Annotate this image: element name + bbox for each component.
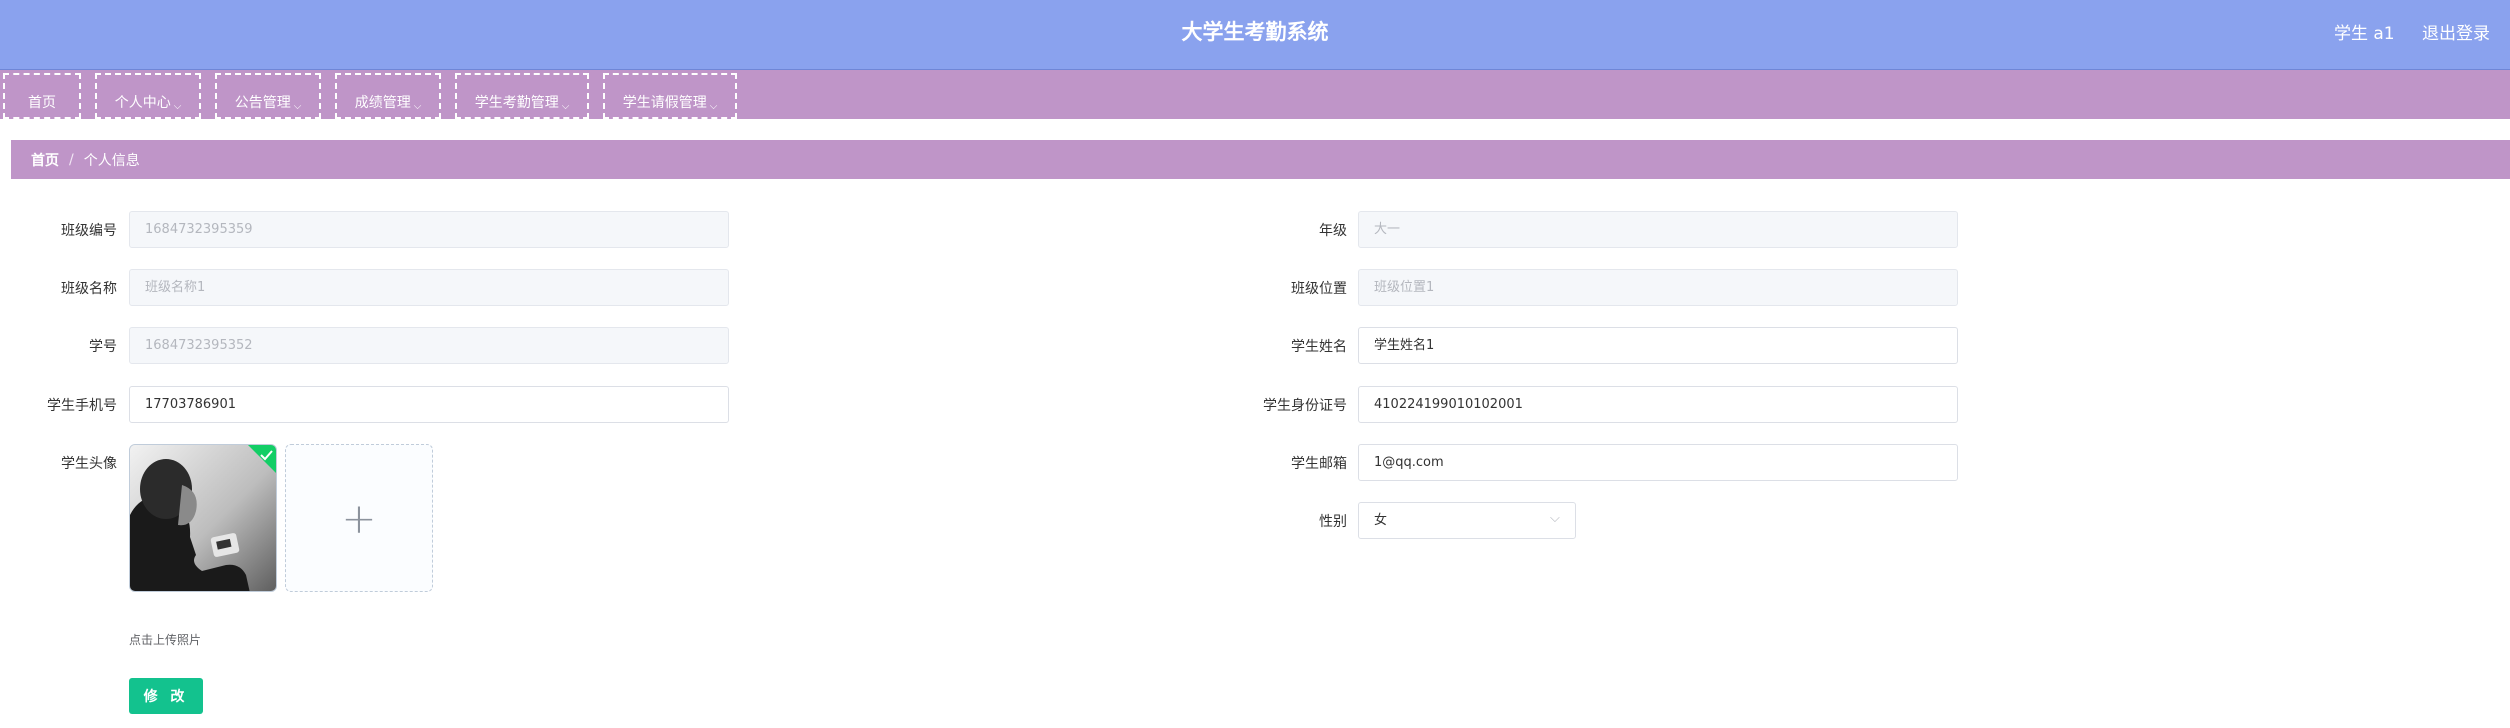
avatar-label: 学生头像 — [61, 456, 117, 472]
nav-item-leave-management[interactable]: 学生请假管理 ⌵ — [603, 73, 737, 119]
nav-item-notice-management[interactable]: 公告管理 ⌵ — [215, 73, 321, 119]
class-no-field: 1684732395359 — [129, 211, 729, 248]
email-input[interactable]: 1@qq.com — [1358, 444, 1958, 481]
student-name-input[interactable]: 学生姓名1 — [1358, 327, 1958, 364]
nav-item-label: 学生考勤管理 — [474, 95, 559, 111]
breadcrumb-current: 个人信息 — [83, 152, 140, 169]
grade-label: 年级 — [1319, 223, 1347, 239]
breadcrumb-home[interactable]: 首页 — [31, 150, 59, 170]
breadcrumb-separator: / — [69, 151, 74, 168]
student-name-label: 学生姓名 — [1291, 339, 1347, 355]
user-area: 学生 a1 退出登录 — [2312, 19, 2490, 44]
nav-item-attendance-management[interactable]: 学生考勤管理 ⌵ — [455, 73, 589, 119]
avatar-image[interactable] — [129, 444, 277, 592]
chevron-down-icon: ⌵ — [413, 101, 422, 112]
student-no-label: 学号 — [89, 339, 117, 355]
chevron-down-icon: ⌵ — [173, 101, 182, 112]
plus-icon: + — [341, 493, 377, 543]
app-header: 大学生考勤系统 学生 a1 退出登录 — [0, 0, 2510, 70]
nav-item-label: 学生请假管理 — [622, 95, 707, 111]
app-title: 大学生考勤系统 — [1181, 20, 1329, 44]
gender-label: 性别 — [1319, 514, 1347, 530]
nav-item-label: 公告管理 — [234, 95, 291, 111]
main-nav: 首页 个人中心 ⌵ 公告管理 ⌵ 成绩管理 ⌵ 学生考勤管理 ⌵ 学生请假管理 … — [0, 70, 2510, 119]
chevron-down-icon: ⌵ — [709, 101, 718, 112]
nav-item-label: 成绩管理 — [354, 95, 411, 111]
submit-button[interactable]: 修 改 — [129, 678, 203, 714]
logout-link[interactable]: 退出登录 — [2422, 24, 2490, 44]
nav-item-label: 个人中心 — [114, 95, 171, 111]
chevron-down-icon: ⌵ — [561, 101, 570, 112]
phone-input[interactable]: 17703786901 — [129, 386, 729, 423]
upload-avatar-button[interactable]: + — [285, 444, 433, 592]
nav-item-personal-center[interactable]: 个人中心 ⌵ — [95, 73, 201, 119]
class-location-field: 班级位置1 — [1358, 269, 1958, 306]
grade-field: 大一 — [1358, 211, 1958, 248]
current-user[interactable]: 学生 a1 — [2334, 24, 2395, 44]
chevron-down-icon: ⌵ — [1550, 511, 1560, 526]
class-name-label: 班级名称 — [61, 281, 117, 297]
class-no-label: 班级编号 — [61, 223, 117, 239]
gender-select[interactable]: 女 — [1358, 502, 1576, 539]
avatar-photo — [130, 445, 276, 591]
breadcrumb: 首页 / 个人信息 — [11, 140, 2510, 179]
email-label: 学生邮箱 — [1291, 456, 1347, 472]
chevron-down-icon: ⌵ — [293, 101, 302, 112]
nav-item-home[interactable]: 首页 — [3, 73, 81, 119]
student-no-field: 1684732395352 — [129, 327, 729, 364]
upload-tip: 点击上传照片 — [129, 633, 202, 647]
nav-item-grade-management[interactable]: 成绩管理 ⌵ — [335, 73, 441, 119]
id-card-label: 学生身份证号 — [1263, 398, 1347, 414]
class-location-label: 班级位置 — [1291, 281, 1347, 297]
id-card-input[interactable]: 410224199010102001 — [1358, 386, 1958, 423]
phone-label: 学生手机号 — [47, 398, 117, 414]
class-name-field: 班级名称1 — [129, 269, 729, 306]
nav-item-label: 首页 — [28, 95, 56, 111]
